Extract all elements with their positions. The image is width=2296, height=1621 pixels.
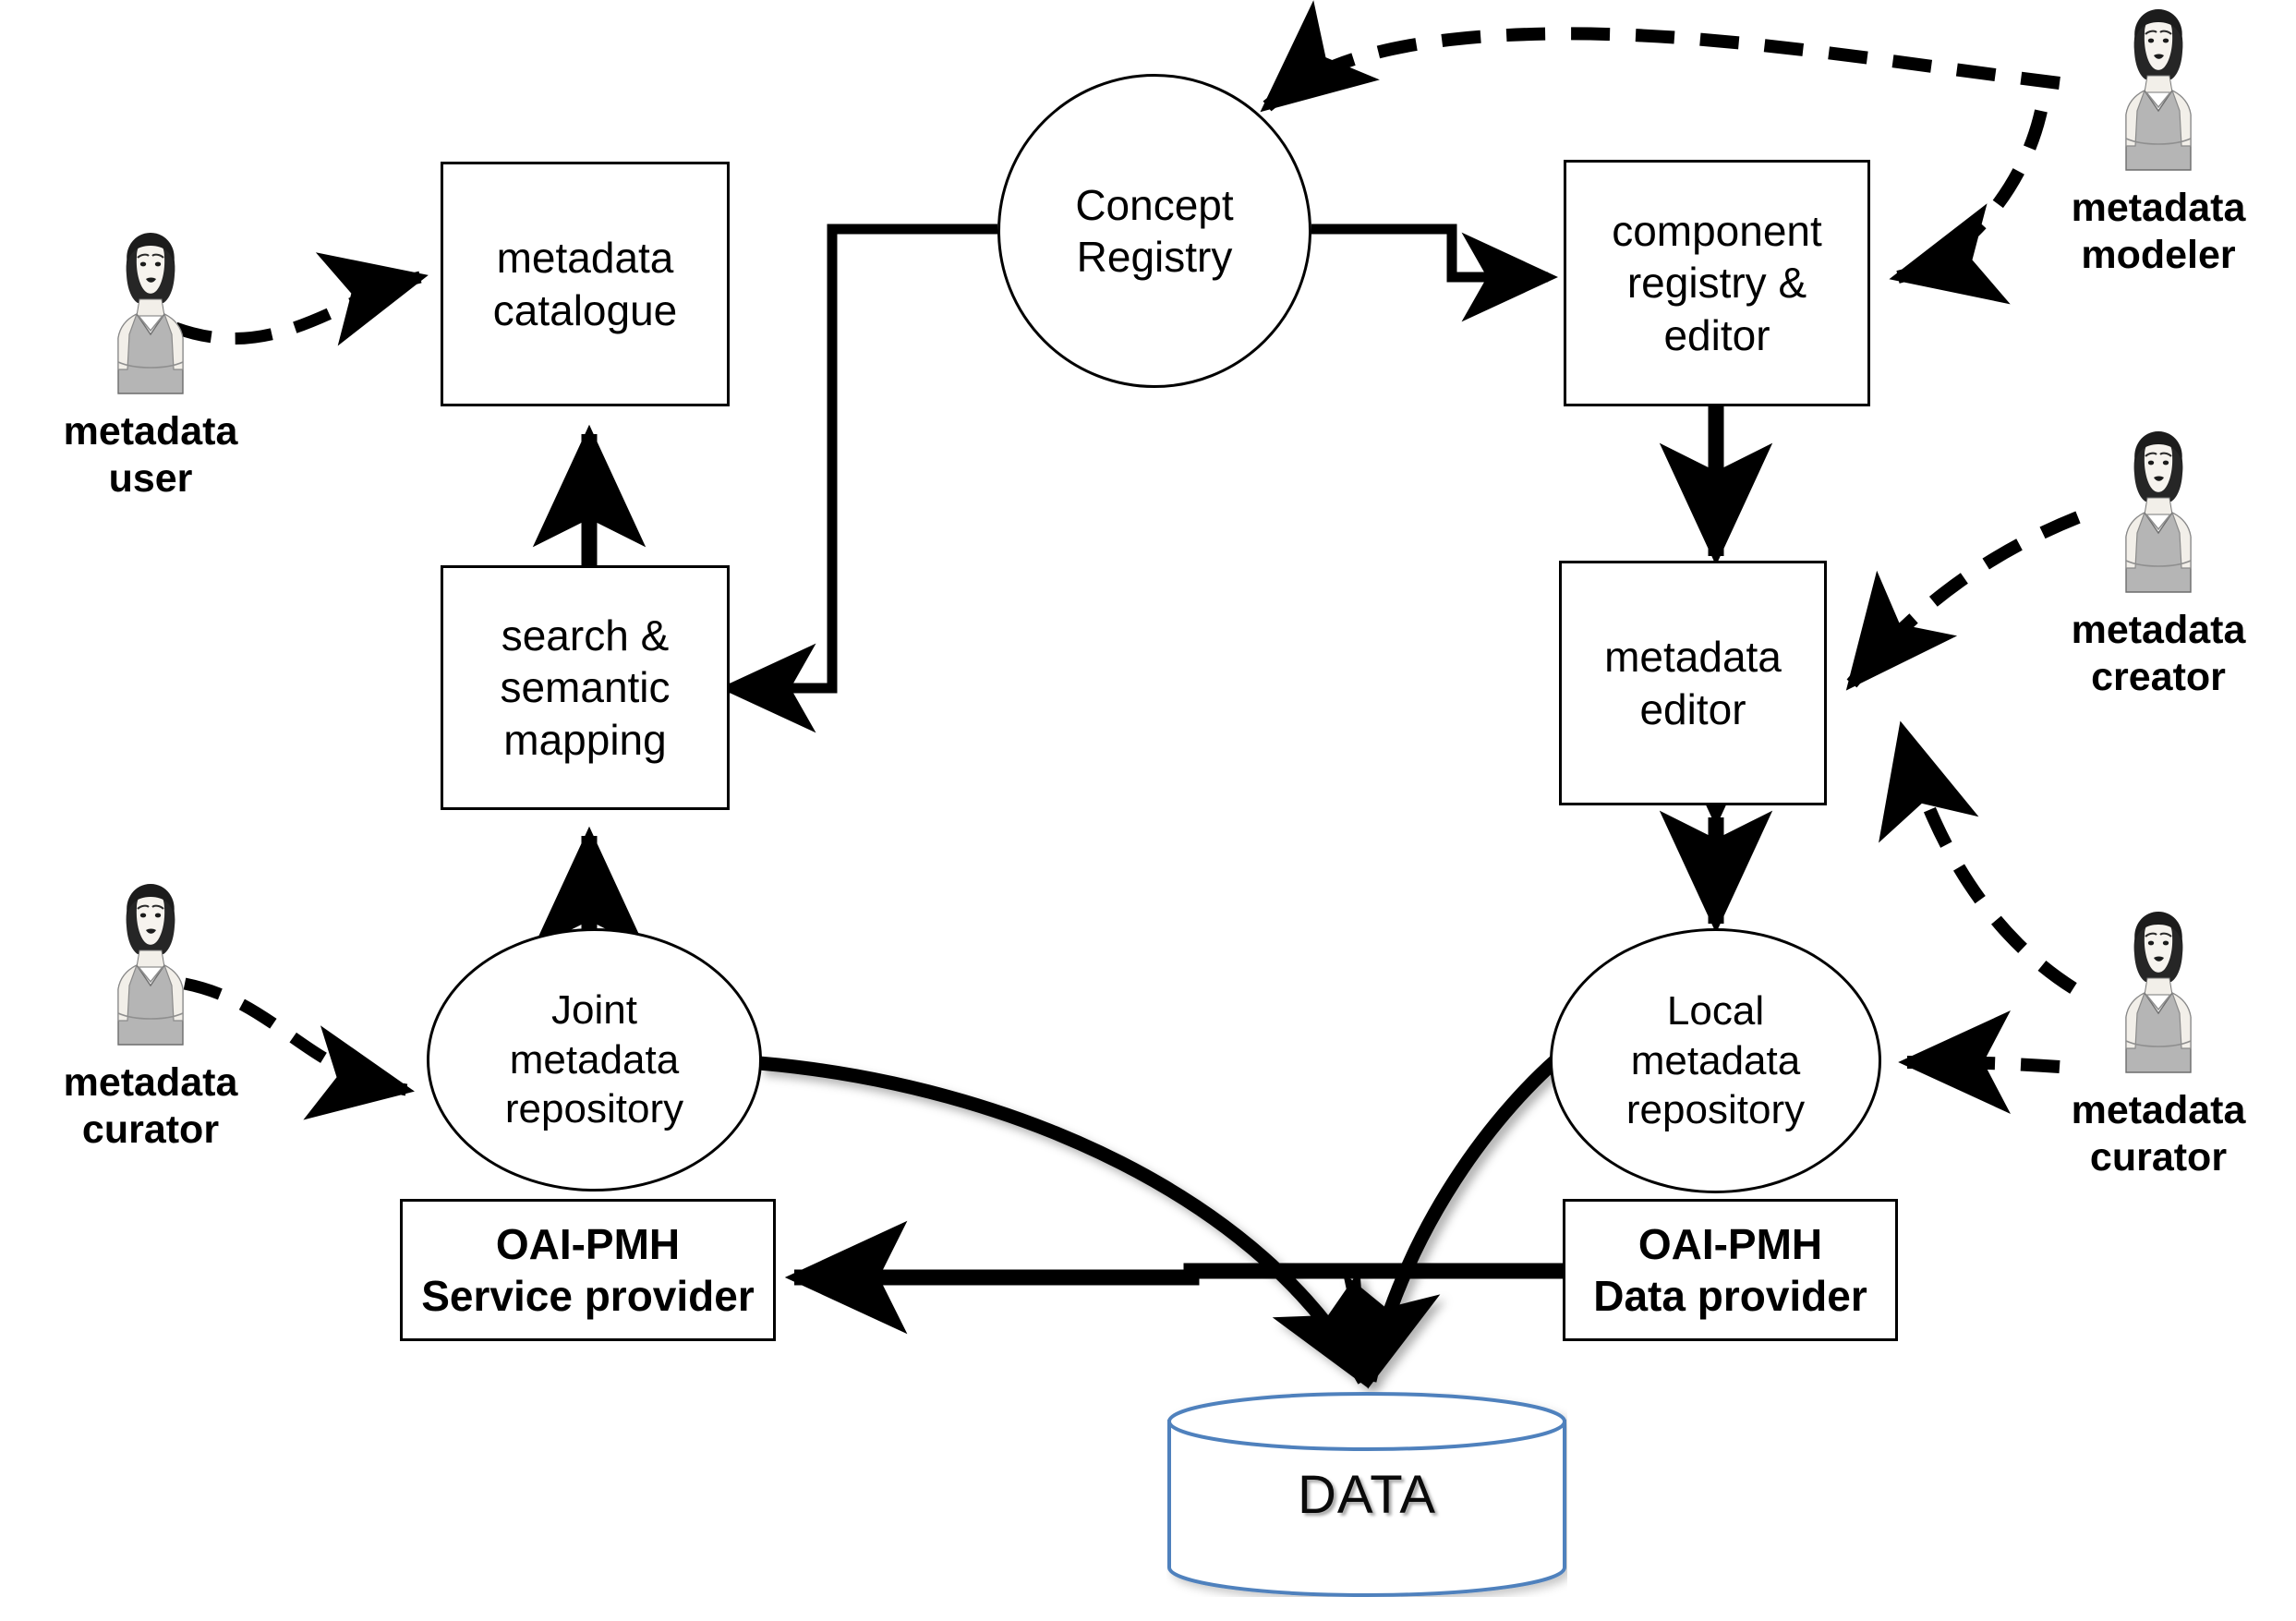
- actor-metadata-curator-right[interactable]: metadata curator: [2043, 910, 2274, 1180]
- edge-concept-registry-to-component-registry: [1311, 224, 1558, 322]
- person-icon: [2125, 9, 2192, 171]
- edge-local-repo-to-data: [1342, 1043, 1575, 1389]
- person-icon: [117, 884, 184, 1046]
- actor-metadata-user[interactable]: metadata user: [44, 231, 257, 502]
- node-local-metadata-repository[interactable]: Local metadata repository: [1550, 928, 1881, 1193]
- node-component-registry-editor[interactable]: component registry & editor: [1564, 160, 1870, 406]
- node-data-store[interactable]: DATA: [1166, 1392, 1567, 1597]
- actor-label: metadata user: [63, 409, 238, 501]
- node-oai-data-provider[interactable]: OAI-PMH Data provider: [1563, 1199, 1898, 1341]
- edge-concept-registry-to-search: [719, 224, 997, 733]
- node-concept-registry[interactable]: Concept Registry: [997, 74, 1311, 388]
- actor-label: metadata creator: [2071, 608, 2246, 699]
- edge-modeler-to-concept-registry: [1260, 0, 2060, 113]
- actor-metadata-curator-left[interactable]: metadata curator: [44, 882, 257, 1153]
- node-metadata-catalogue[interactable]: metadata catalogue: [441, 162, 730, 406]
- node-joint-metadata-repository[interactable]: Joint metadata repository: [427, 928, 762, 1192]
- edge-curator-right-to-local-repo: [1898, 1010, 2060, 1115]
- actor-label: metadata modeler: [2071, 186, 2246, 277]
- actor-label: metadata curator: [2071, 1088, 2246, 1179]
- edge-modeler-to-component-registry: [1889, 109, 2048, 305]
- node-oai-service-provider[interactable]: OAI-PMH Service provider: [400, 1199, 776, 1341]
- edge-oai-data-to-service: [784, 1220, 1563, 1335]
- node-search-semantic-mapping[interactable]: search & semantic mapping: [441, 565, 730, 810]
- data-store-label: DATA: [1297, 1464, 1437, 1525]
- person-icon: [2125, 431, 2192, 593]
- person-icon: [2125, 912, 2192, 1073]
- node-metadata-editor[interactable]: metadata editor: [1559, 561, 1827, 805]
- actor-metadata-creator[interactable]: metadata creator: [2043, 429, 2274, 700]
- person-icon: [117, 233, 184, 394]
- actor-label: metadata curator: [63, 1060, 238, 1152]
- actor-metadata-modeler[interactable]: metadata modeler: [2043, 7, 2274, 278]
- diagram-canvas: metadata catalogue (dashed) --> joint me…: [0, 0, 2296, 1621]
- edge-joint-repo-to-data: [758, 1056, 1371, 1388]
